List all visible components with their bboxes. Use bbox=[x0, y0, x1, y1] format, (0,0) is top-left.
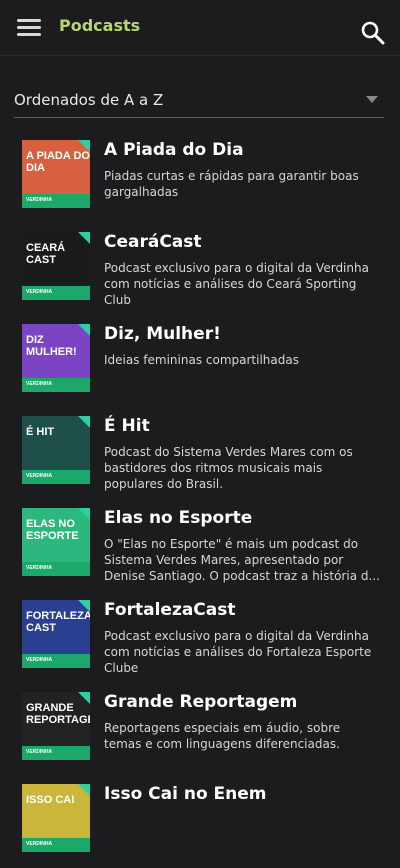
page-title: Podcasts bbox=[59, 16, 141, 35]
podcast-list-item[interactable]: Diz mulher! VERDINHA Diz, Mulher! Ideias fe… bbox=[0, 324, 400, 408]
podcast-title[interactable]: Grande Reportagem bbox=[104, 692, 297, 712]
podcast-cover-image[interactable]: É HIT VERDINHA bbox=[22, 416, 90, 484]
cover-brand: VERDINHA bbox=[26, 289, 53, 295]
podcast-title[interactable]: FortalezaCast bbox=[104, 600, 236, 620]
cover-brand: VERDINHA bbox=[26, 657, 53, 663]
podcast-cover-image[interactable]: A PIADA DO DIA VERDINHA bbox=[22, 140, 90, 208]
cover-brand: VERDINHA bbox=[26, 197, 53, 203]
cover-brand: VERDINHA bbox=[26, 749, 53, 755]
cover-text: É HIT bbox=[26, 426, 55, 438]
podcast-description: Ideias femininas compartilhadas bbox=[104, 353, 299, 367]
podcast-description: O "Elas no Esporte" é mais um podcast do… bbox=[104, 537, 380, 583]
podcast-title[interactable]: É Hit bbox=[104, 416, 150, 436]
cover-brand: VERDINHA bbox=[26, 841, 53, 847]
hamburger-menu-icon[interactable] bbox=[14, 16, 44, 40]
podcast-title[interactable]: Elas no Esporte bbox=[104, 508, 252, 528]
podcast-description: Piadas curtas e rápidas para garantir bo… bbox=[104, 169, 359, 199]
cover-text: GRANDE REPORTAGEM bbox=[26, 702, 90, 726]
sort-label: Ordenados de A a Z bbox=[14, 91, 164, 109]
podcast-cover-image[interactable]: GRANDE REPORTAGEM VERDINHA bbox=[22, 692, 90, 760]
podcast-cover-image[interactable]: ISSO CAI VERDINHA bbox=[22, 784, 90, 852]
podcast-list-item[interactable]: CEARÁ CAST VERDINHA CearáCast Podcast exclu… bbox=[0, 232, 400, 316]
podcast-list-item[interactable]: A PIADA DO DIA VERDINHA A Piada do Dia Piad… bbox=[0, 140, 400, 224]
podcast-description: Podcast exclusivo para o digital da Verd… bbox=[104, 261, 369, 307]
cover-text: FORTALEZA CAST bbox=[26, 610, 90, 634]
podcast-title[interactable]: A Piada do Dia bbox=[104, 140, 244, 160]
podcast-list-item[interactable]: GRANDE REPORTAGEM VERDINHA Grande Reportag… bbox=[0, 692, 400, 776]
podcast-list-item[interactable]: É HIT VERDINHA É Hit Podcast do Sistema Ver… bbox=[0, 416, 400, 500]
search-icon[interactable] bbox=[360, 20, 386, 46]
podcast-cover-image[interactable]: FORTALEZA CAST VERDINHA bbox=[22, 600, 90, 668]
cover-corner-accent bbox=[78, 784, 90, 796]
podcast-description: Podcast exclusivo para o digital da Verd… bbox=[104, 629, 372, 675]
podcast-description: Podcast do Sistema Verdes Mares com os b… bbox=[104, 445, 353, 491]
app-bar: Podcasts bbox=[0, 0, 400, 56]
cover-text: ISSO CAI bbox=[26, 794, 75, 806]
cover-corner-accent bbox=[78, 416, 90, 428]
cover-brand: VERDINHA bbox=[26, 565, 53, 571]
cover-brand: VERDINHA bbox=[26, 473, 53, 479]
podcast-list-item[interactable]: ISSO CAI VERDINHA Isso Cai no Enem bbox=[0, 784, 400, 868]
chevron-down-icon bbox=[366, 96, 378, 103]
cover-text: A PIADA DO DIA bbox=[26, 150, 90, 174]
cover-text: ELAS NO ESPORTE bbox=[26, 518, 79, 542]
podcast-cover-image[interactable]: Diz mulher! VERDINHA bbox=[22, 324, 90, 392]
cover-text: Diz mulher! bbox=[26, 334, 77, 358]
podcast-title[interactable]: Isso Cai no Enem bbox=[104, 784, 267, 804]
podcast-list-item[interactable]: FORTALEZA CAST VERDINHA FortalezaCast Podca… bbox=[0, 600, 400, 684]
podcast-cover-image[interactable]: ELAS NO ESPORTE VERDINHA bbox=[22, 508, 90, 576]
podcast-title[interactable]: Diz, Mulher! bbox=[104, 324, 221, 344]
podcast-cover-image[interactable]: CEARÁ CAST VERDINHA bbox=[22, 232, 90, 300]
sort-dropdown[interactable]: Ordenados de A a Z bbox=[14, 88, 384, 118]
podcast-description: Reportagens especiais em áudio, sobre te… bbox=[104, 721, 341, 751]
cover-brand: VERDINHA bbox=[26, 381, 53, 387]
podcast-title[interactable]: CearáCast bbox=[104, 232, 202, 252]
cover-text: CEARÁ CAST bbox=[26, 242, 66, 266]
podcast-list-item[interactable]: ELAS NO ESPORTE VERDINHA Elas no Esporte O … bbox=[0, 508, 400, 592]
